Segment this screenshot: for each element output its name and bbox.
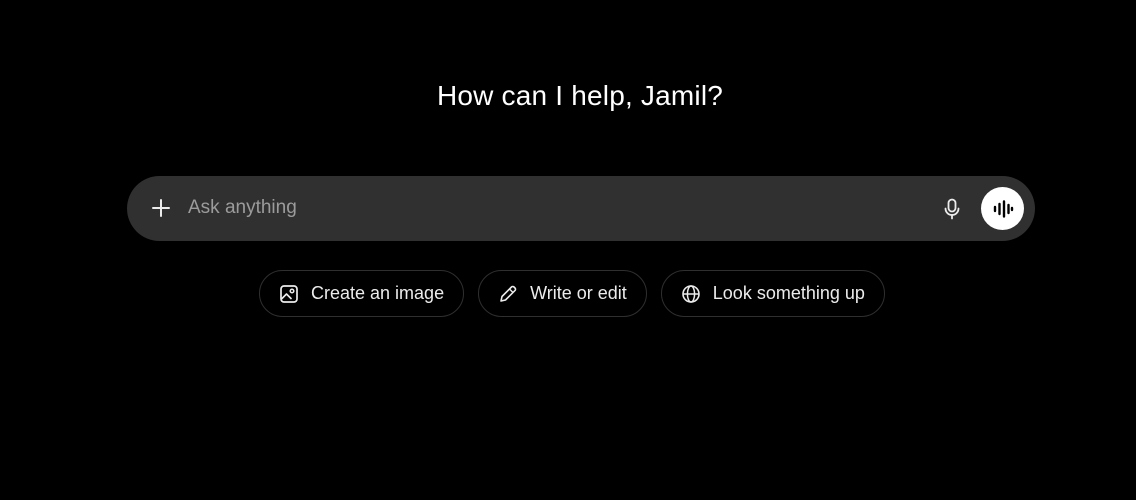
plus-icon <box>152 199 170 217</box>
create-image-chip[interactable]: Create an image <box>259 270 465 317</box>
write-edit-label: Write or edit <box>530 283 627 303</box>
prompt-composer <box>127 176 1035 241</box>
globe-icon <box>680 283 702 305</box>
pencil-icon <box>497 283 519 305</box>
dictate-button[interactable] <box>935 192 969 226</box>
image-icon <box>278 283 300 305</box>
prompt-input[interactable] <box>188 192 928 224</box>
microphone-icon <box>944 198 960 220</box>
create-image-label: Create an image <box>311 283 445 303</box>
voice-mode-icon <box>993 199 1013 218</box>
add-attachment-button[interactable] <box>145 192 177 224</box>
look-up-chip[interactable]: Look something up <box>660 270 885 317</box>
main-page: How can I help, Jamil? Ask anything Crea… <box>0 0 1136 500</box>
suggestion-chips: Create an image Write or edit Look somet… <box>259 270 885 317</box>
page-title: How can I help, Jamil? <box>436 80 724 111</box>
look-up-label: Look something up <box>712 283 865 303</box>
voice-mode-button[interactable] <box>981 187 1024 230</box>
write-edit-chip[interactable]: Write or edit <box>478 270 647 317</box>
